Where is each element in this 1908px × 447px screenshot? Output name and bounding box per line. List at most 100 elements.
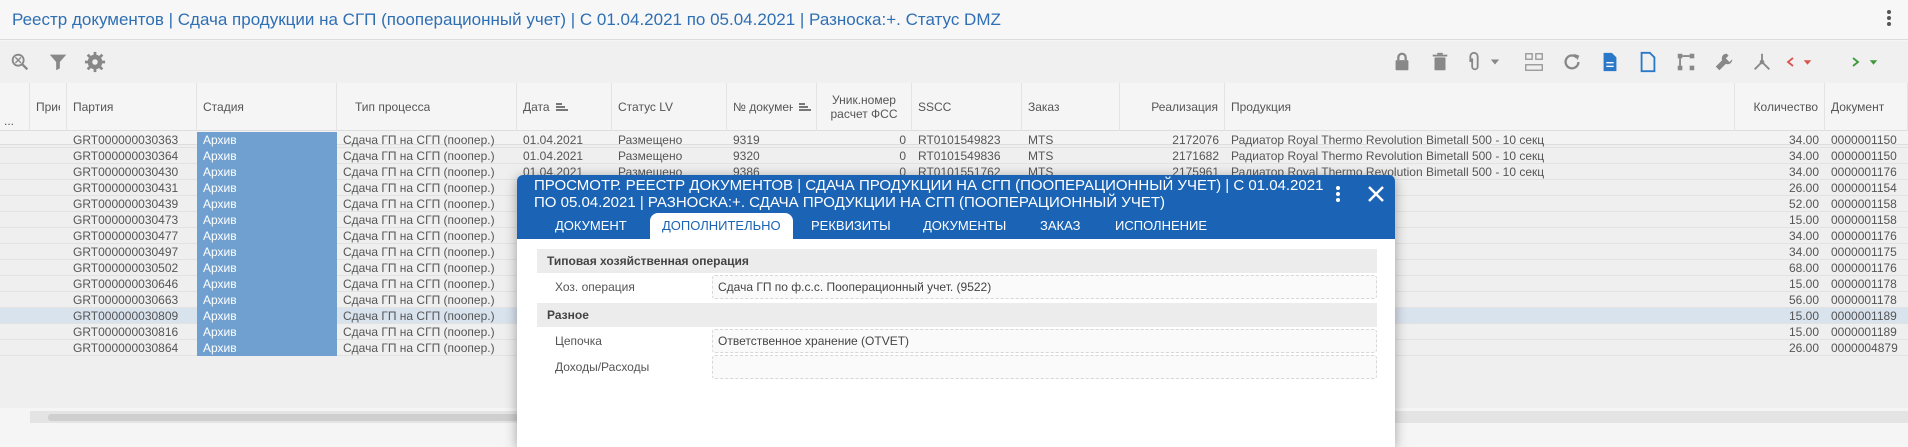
cell-order: MTS xyxy=(1028,149,1054,163)
cell-check xyxy=(30,340,67,356)
window-title: Реестр документов | Сдача продукции на С… xyxy=(12,10,1001,29)
cell-check xyxy=(30,196,67,212)
cell-doc: 0000001189 xyxy=(1831,325,1897,339)
column-header[interactable]: Реализация xyxy=(1120,83,1225,131)
column-label: № докумен xyxy=(733,100,793,114)
column-header[interactable]: SSCC xyxy=(912,83,1022,131)
sort-icon[interactable] xyxy=(798,102,811,112)
search-icon[interactable] xyxy=(8,50,32,74)
tab-execution[interactable]: Исполнение xyxy=(1115,213,1207,239)
sort-icon[interactable] xyxy=(555,102,568,112)
cell-qty: 34.00 xyxy=(1788,149,1819,163)
close-icon[interactable] xyxy=(1365,183,1387,205)
column-header[interactable]: № докумен xyxy=(727,83,817,131)
cell-sscc: RT0101549836 xyxy=(918,149,1001,163)
cell-party: GRT000000030864 xyxy=(73,341,179,355)
tab-documents[interactable]: Документы xyxy=(923,213,1006,239)
cell-doc: 0000004879 xyxy=(1831,341,1898,355)
cell-check xyxy=(30,260,67,276)
cell-qty: 56.00 xyxy=(1788,293,1819,307)
cell-party: GRT000000030364 xyxy=(73,149,179,163)
hierarchy-icon[interactable] xyxy=(1522,50,1546,74)
column-header[interactable]: Статус LV xyxy=(612,83,727,131)
column-header[interactable]: Документ xyxy=(1825,83,1908,131)
arrow-right-icon[interactable] xyxy=(1846,50,1864,74)
column-label: Реализация xyxy=(1151,100,1218,114)
cell-doc: 0000001158 xyxy=(1831,213,1897,227)
cell-process: Сдача ГП на СГП (поопер.) xyxy=(343,229,495,243)
refresh-icon[interactable] xyxy=(1560,50,1584,74)
cell-process: Сдача ГП на СГП (поопер.) xyxy=(343,213,495,227)
chevron-down-icon[interactable] xyxy=(1488,50,1502,74)
tab-requisites[interactable]: Реквизиты xyxy=(811,213,891,239)
cell-qty: 15.00 xyxy=(1788,309,1819,323)
column-header[interactable]: Партия xyxy=(67,83,197,131)
chain-field[interactable]: Ответственное хранение (OTVET) xyxy=(712,329,1377,353)
cell-party: GRT000000030663 xyxy=(73,293,179,307)
row-menu-button[interactable]: ... xyxy=(0,83,30,131)
cell-doc: 0000001178 xyxy=(1831,293,1897,307)
document-icon[interactable] xyxy=(1598,50,1622,74)
cell-check xyxy=(30,228,67,244)
cell-status: Размещено xyxy=(618,133,683,147)
cell-check xyxy=(30,292,67,308)
column-label: Дата xyxy=(523,100,550,114)
filter-icon[interactable] xyxy=(46,50,70,74)
column-label: SSCC xyxy=(918,100,952,114)
cell-process: Сдача ГП на СГП (поопер.) xyxy=(343,133,495,147)
cell-qty: 52.00 xyxy=(1788,197,1819,211)
column-label: Заказ xyxy=(1028,100,1060,114)
merge-icon[interactable] xyxy=(1750,50,1774,74)
more-menu-icon[interactable] xyxy=(1886,9,1892,29)
cell-qty: 34.00 xyxy=(1788,245,1819,259)
tab-additional[interactable]: Дополнительно xyxy=(650,213,793,239)
column-header[interactable]: Прие xyxy=(30,83,67,131)
cell-order: MTS xyxy=(1028,133,1054,147)
table-row[interactable]: GRT000000030364 Архив Сдача ГП на СГП (поо… xyxy=(0,148,1908,164)
cell-party: GRT000000030363 xyxy=(73,133,179,147)
cell-process: Сдача ГП на СГП (поопер.) xyxy=(343,293,495,307)
cell-doc: 0000001175 xyxy=(1831,245,1897,259)
cell-check xyxy=(30,180,67,196)
chevron-down-icon[interactable] xyxy=(1866,50,1880,74)
cell-process: Сдача ГП на СГП (поопер.) xyxy=(343,181,495,195)
operation-field[interactable]: Сдача ГП по ф.с.с. Пооперационный учет. … xyxy=(712,275,1377,299)
workflow-icon[interactable] xyxy=(1674,50,1698,74)
column-label: Документ xyxy=(1831,100,1885,114)
cell-doc: 0000001176 xyxy=(1831,261,1897,275)
cell-party: GRT000000030473 xyxy=(73,213,179,227)
column-header[interactable]: Тип процесса xyxy=(337,83,517,131)
more-menu-icon[interactable] xyxy=(1336,186,1340,204)
document-outline-icon[interactable] xyxy=(1636,50,1660,74)
column-header[interactable]: Заказ xyxy=(1022,83,1120,131)
column-header[interactable]: Количество xyxy=(1735,83,1825,131)
column-header[interactable]: Уник.номер расчет ФСС xyxy=(817,83,912,131)
cell-stage: Архив xyxy=(197,292,337,308)
cell-product: Радиатор Royal Thermo Revolution Bimetal… xyxy=(1231,149,1545,163)
column-header[interactable]: Дата xyxy=(517,83,612,131)
cell-check xyxy=(30,276,67,292)
trash-icon[interactable] xyxy=(1428,50,1452,74)
paperclip-icon[interactable] xyxy=(1462,50,1486,74)
cell-process: Сдача ГП на СГП (поопер.) xyxy=(343,261,495,275)
lock-icon[interactable] xyxy=(1390,50,1414,74)
field-label: Доходы/Расходы xyxy=(555,360,650,374)
cell-product: Радиатор Royal Thermo Revolution Bimetal… xyxy=(1231,133,1545,147)
income-expense-field[interactable] xyxy=(712,355,1377,379)
column-header[interactable]: Стадия xyxy=(197,83,337,131)
wrench-icon[interactable] xyxy=(1712,50,1736,74)
tab-order[interactable]: Заказ xyxy=(1040,213,1080,239)
cell-party: GRT000000030816 xyxy=(73,325,179,339)
table-row[interactable]: GRT000000030363 Архив Сдача ГП на СГП (поо… xyxy=(0,132,1908,148)
gear-icon[interactable] xyxy=(83,50,107,74)
cell-date: 01.04.2021 xyxy=(523,149,584,163)
column-header[interactable]: Продукция xyxy=(1225,83,1735,131)
arrow-left-icon[interactable] xyxy=(1782,50,1800,74)
cell-doc: 0000001150 xyxy=(1831,149,1897,163)
cell-party: GRT000000030430 xyxy=(73,165,179,179)
cell-process: Сдача ГП на СГП (поопер.) xyxy=(343,165,495,179)
chevron-down-icon[interactable] xyxy=(1800,50,1814,74)
cell-stage: Архив xyxy=(197,132,337,148)
cell-qty: 15.00 xyxy=(1788,325,1819,339)
tab-document[interactable]: Документ xyxy=(555,213,627,239)
